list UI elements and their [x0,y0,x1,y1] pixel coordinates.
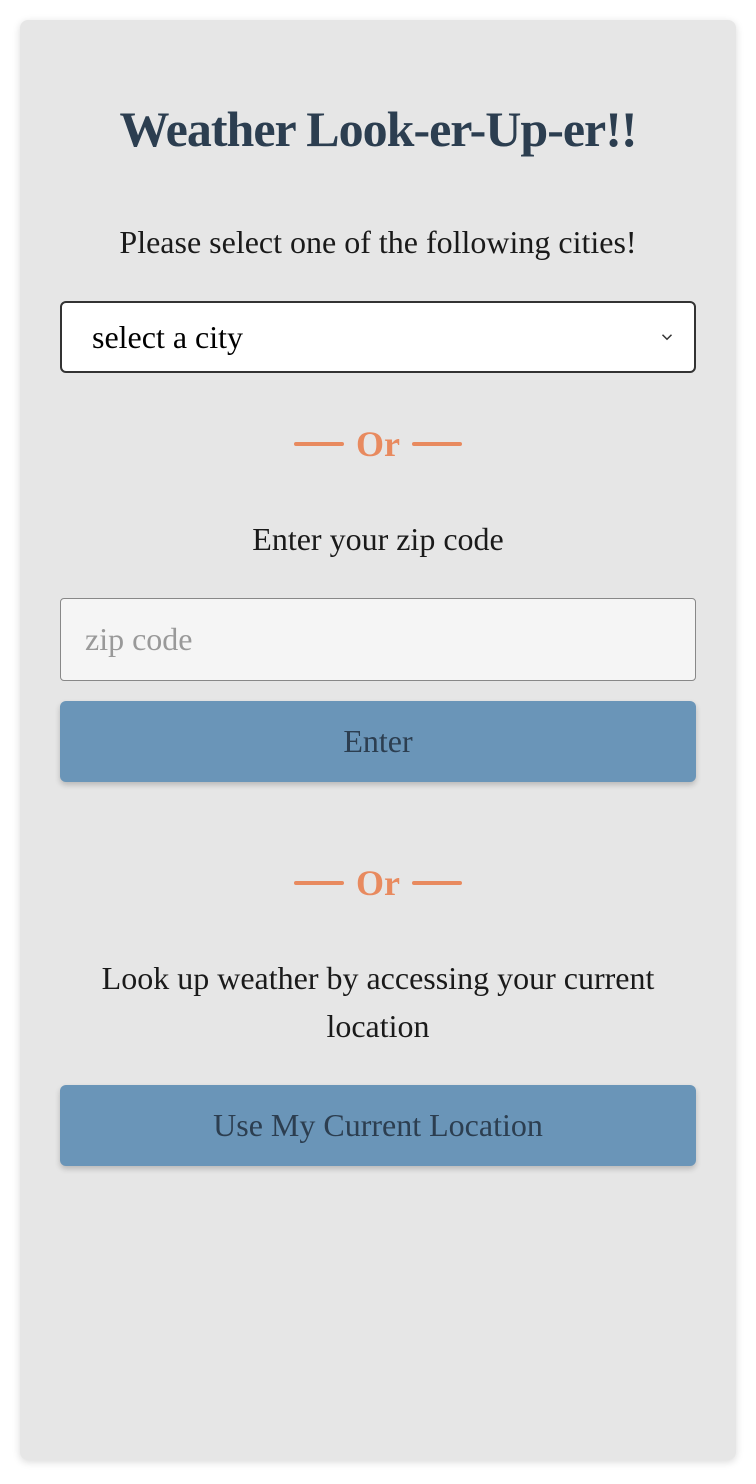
divider-text: Or [356,862,400,904]
enter-button[interactable]: Enter [60,701,696,782]
zip-prompt: Enter your zip code [60,515,696,563]
page-title: Weather Look-er-Up-er!! [60,100,696,158]
divider-line-right [412,442,462,446]
divider-text: Or [356,423,400,465]
city-prompt: Please select one of the following citie… [60,218,696,266]
city-select-wrapper: select a city [60,301,696,373]
divider-or-2: Or [60,862,696,904]
city-select[interactable]: select a city [60,301,696,373]
divider-line-right [412,881,462,885]
use-location-button[interactable]: Use My Current Location [60,1085,696,1166]
location-prompt: Look up weather by accessing your curren… [60,954,696,1050]
divider-line-left [294,881,344,885]
divider-or-1: Or [60,423,696,465]
zip-input[interactable] [60,598,696,681]
divider-line-left [294,442,344,446]
weather-card: Weather Look-er-Up-er!! Please select on… [20,20,736,1460]
